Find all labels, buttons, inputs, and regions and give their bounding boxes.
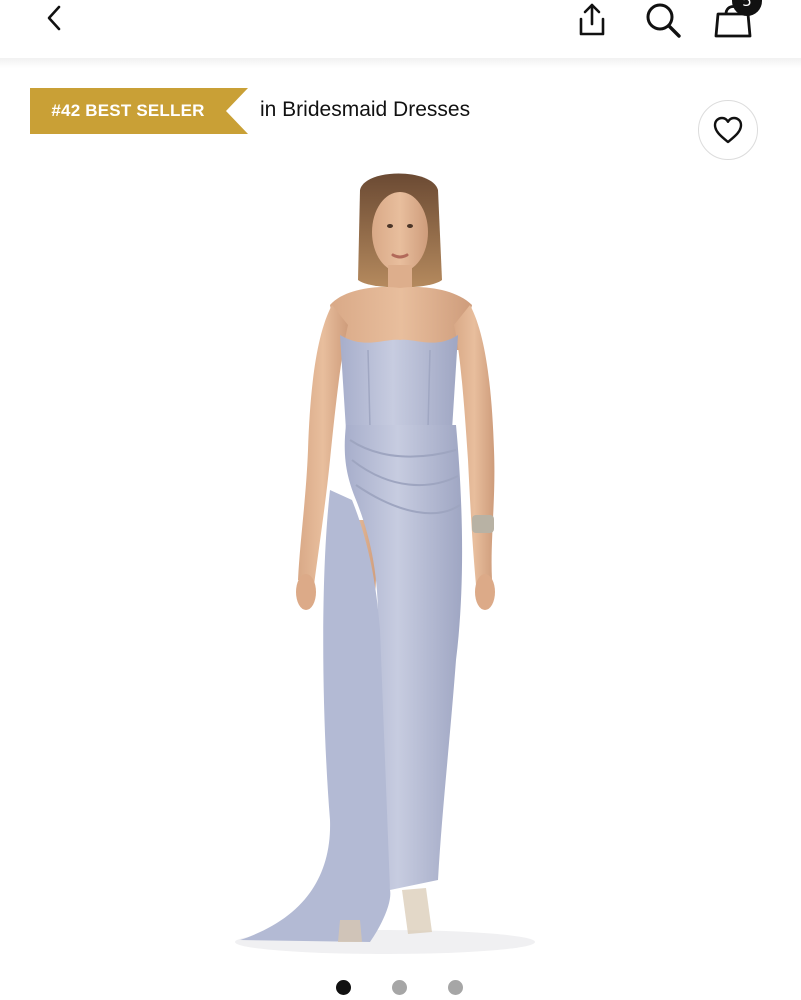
carousel-dot-1[interactable]	[336, 980, 351, 995]
bestseller-badge: #42 BEST SELLER	[30, 88, 248, 134]
share-icon	[579, 3, 605, 36]
model-in-dress-illustration	[235, 173, 535, 954]
share-button[interactable]	[570, 0, 614, 40]
product-image[interactable]	[180, 160, 620, 960]
header-divider	[0, 58, 801, 68]
search-icon	[646, 3, 681, 38]
carousel-dot-3[interactable]	[448, 980, 463, 995]
back-button[interactable]	[34, 0, 74, 36]
bestseller-rank: #42 BEST SELLER	[51, 101, 205, 120]
chevron-left-icon	[47, 5, 61, 31]
shopping-bag-button[interactable]: 5	[708, 0, 762, 40]
favorite-button[interactable]	[698, 100, 758, 160]
top-navigation-bar: 5	[0, 0, 801, 58]
bestseller-category[interactable]: in Bridesmaid Dresses	[260, 98, 470, 122]
carousel-dot-2[interactable]	[392, 980, 407, 995]
search-button[interactable]	[640, 0, 686, 40]
heart-icon	[713, 116, 743, 144]
